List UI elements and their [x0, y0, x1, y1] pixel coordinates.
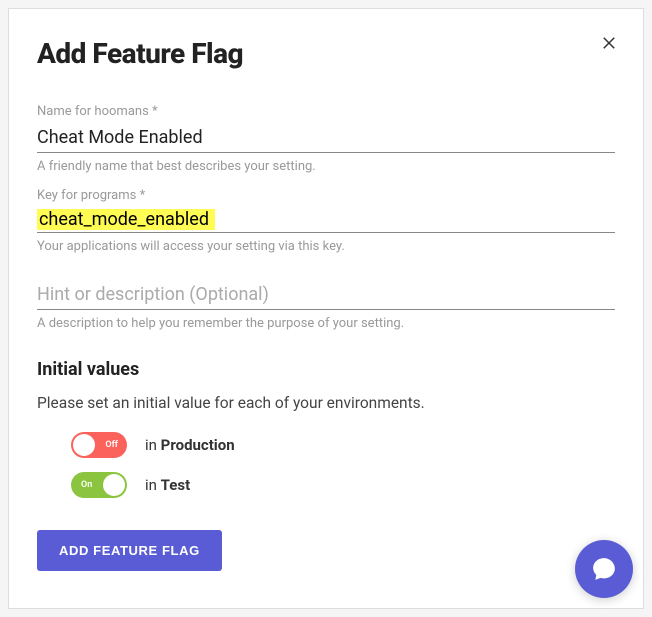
add-feature-flag-modal: Add Feature Flag Name for hoomans * A fr…: [8, 8, 644, 609]
toggle-test[interactable]: On: [71, 472, 127, 498]
env-row-production: Off in Production: [37, 432, 615, 458]
toggle-knob-icon: [73, 434, 95, 456]
add-feature-flag-button[interactable]: ADD FEATURE FLAG: [37, 530, 222, 571]
modal-title: Add Feature Flag: [37, 37, 615, 70]
name-field-label: Name for hoomans *: [37, 104, 615, 119]
chat-widget-button[interactable]: [575, 540, 633, 598]
initial-values-heading: Initial values: [37, 359, 615, 380]
close-button[interactable]: [595, 29, 623, 57]
env-name-text: Test: [161, 476, 191, 494]
env-in-text: in: [145, 436, 157, 454]
hint-field-group: A description to help you remember the p…: [37, 280, 615, 331]
toggle-production[interactable]: Off: [71, 432, 127, 458]
key-field-helper: Your applications will access your setti…: [37, 239, 615, 254]
key-field-group: Key for programs * cheat_mode_enabled Yo…: [37, 188, 615, 254]
hint-input[interactable]: [37, 280, 615, 310]
name-field-group: Name for hoomans * A friendly name that …: [37, 104, 615, 174]
key-field-label: Key for programs *: [37, 188, 615, 203]
env-label-production: in Production: [145, 436, 235, 454]
env-label-test: in Test: [145, 476, 190, 494]
key-input-value: cheat_mode_enabled: [37, 209, 215, 230]
hint-field-helper: A description to help you remember the p…: [37, 316, 615, 331]
chat-icon: [591, 556, 617, 582]
close-icon: [600, 34, 618, 52]
name-input[interactable]: [37, 123, 615, 153]
name-field-helper: A friendly name that best describes your…: [37, 159, 615, 174]
toggle-state-label: Off: [105, 440, 118, 450]
initial-values-instruction: Please set an initial value for each of …: [37, 394, 615, 412]
env-name-text: Production: [161, 436, 235, 454]
toggle-knob-icon: [103, 474, 125, 496]
toggle-state-label: On: [81, 480, 92, 490]
env-in-text: in: [145, 476, 157, 494]
env-row-test: On in Test: [37, 472, 615, 498]
key-input[interactable]: cheat_mode_enabled: [37, 207, 615, 233]
